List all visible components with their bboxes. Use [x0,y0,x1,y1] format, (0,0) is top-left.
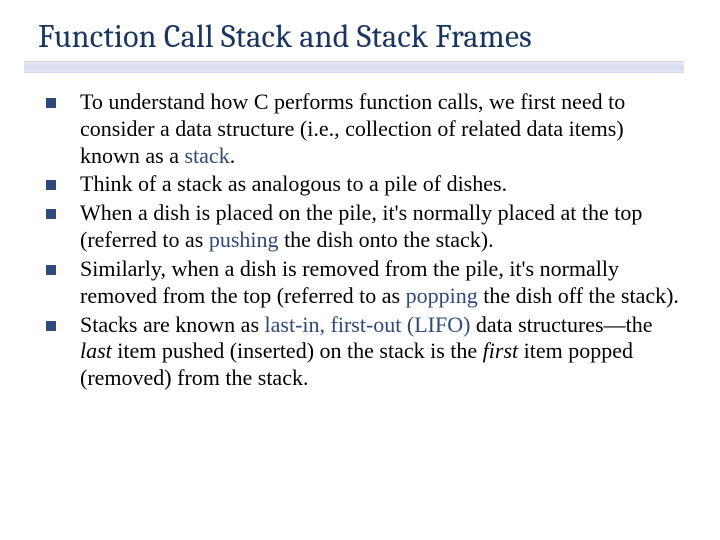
square-bullet-icon [46,180,56,190]
list-item: Think of a stack as analogous to a pile … [46,171,682,198]
list-item: Similarly, when a dish is removed from t… [46,256,682,310]
square-bullet-icon [46,321,56,331]
bullet-text: When a dish is placed on the pile, it's … [80,200,682,254]
square-bullet-icon [46,98,56,108]
square-bullet-icon [46,265,56,275]
content-area: To understand how C performs function ca… [38,89,682,392]
list-item: Stacks are known as last-in, first-out (… [46,312,682,392]
italic-text: first [483,338,518,363]
bullet-text: To understand how C performs function ca… [80,89,682,169]
slide: Function Call Stack and Stack Frames To … [0,0,720,540]
list-item: To understand how C performs function ca… [46,89,682,169]
bullet-text: Similarly, when a dish is removed from t… [80,256,682,310]
bullet-text: Stacks are known as last-in, first-out (… [80,312,682,392]
square-bullet-icon [46,209,56,219]
keyword: stack [184,143,229,168]
keyword: pushing [209,227,279,252]
keyword: popping [406,283,478,308]
keyword: last-in, first-out (LIFO) [265,312,471,337]
title-divider [24,61,684,73]
slide-title: Function Call Stack and Stack Frames [38,18,682,55]
bullet-text: Think of a stack as analogous to a pile … [80,171,682,198]
list-item: When a dish is placed on the pile, it's … [46,200,682,254]
italic-text: last [80,338,112,363]
